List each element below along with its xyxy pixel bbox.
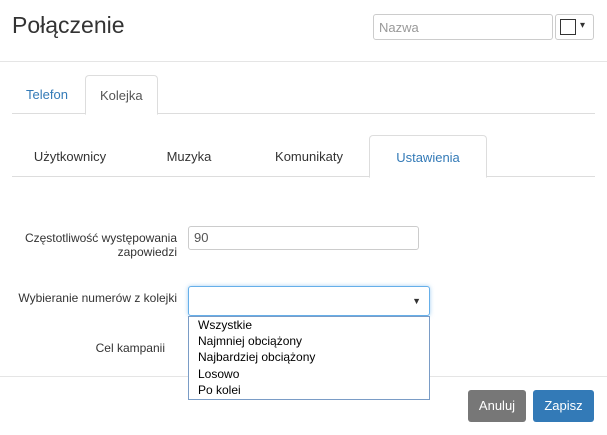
tab-muzyka[interactable]: Muzyka — [130, 135, 248, 178]
name-input[interactable] — [373, 14, 553, 40]
dial-dropdown-list: Wszystkie Najmniej obciążony Najbardziej… — [188, 316, 430, 400]
page-title: Połączenie — [12, 12, 125, 38]
save-button[interactable]: Zapisz — [533, 390, 594, 422]
tab-uzytkownicy[interactable]: Użytkownicy — [12, 135, 128, 178]
color-picker-button[interactable]: ▾ — [555, 14, 594, 40]
dropdown-option-najbardziej[interactable]: Najbardziej obciążony — [198, 349, 315, 365]
dial-select[interactable]: ▼ — [188, 286, 430, 316]
modal-header: Połączenie ▾ — [0, 0, 607, 62]
frequency-input[interactable]: 90 — [188, 226, 419, 250]
primary-tabs: Telefon Kolejka — [12, 75, 595, 115]
dropdown-option-po-kolei[interactable]: Po kolei — [198, 382, 241, 398]
color-swatch — [560, 19, 576, 35]
chevron-down-icon: ▾ — [580, 20, 586, 31]
secondary-tabs: Użytkownicy Muzyka Komunikaty Ustawienia — [12, 135, 595, 178]
dropdown-option-wszystkie[interactable]: Wszystkie — [198, 317, 252, 333]
tab-ustawienia[interactable]: Ustawienia — [369, 135, 487, 178]
campaign-label: Cel kampanii — [95, 341, 165, 355]
dropdown-option-najmniej[interactable]: Najmniej obciążony — [198, 333, 302, 349]
tab-telefon[interactable]: Telefon — [12, 75, 82, 115]
cancel-button[interactable]: Anuluj — [468, 390, 526, 422]
chevron-down-icon: ▼ — [412, 296, 421, 306]
frequency-label-line1: Częstotliwość występowania — [24, 231, 177, 245]
connection-modal: Połączenie ▾ Telefon Kolejka Użytkownicy… — [0, 0, 607, 435]
dial-label: Wybieranie numerów z kolejki — [18, 291, 177, 305]
frequency-label-line2: zapowiedzi — [117, 245, 177, 259]
tab-komunikaty[interactable]: Komunikaty — [250, 135, 368, 178]
dropdown-option-losowo[interactable]: Losowo — [198, 366, 239, 382]
tab-kolejka[interactable]: Kolejka — [85, 75, 158, 115]
